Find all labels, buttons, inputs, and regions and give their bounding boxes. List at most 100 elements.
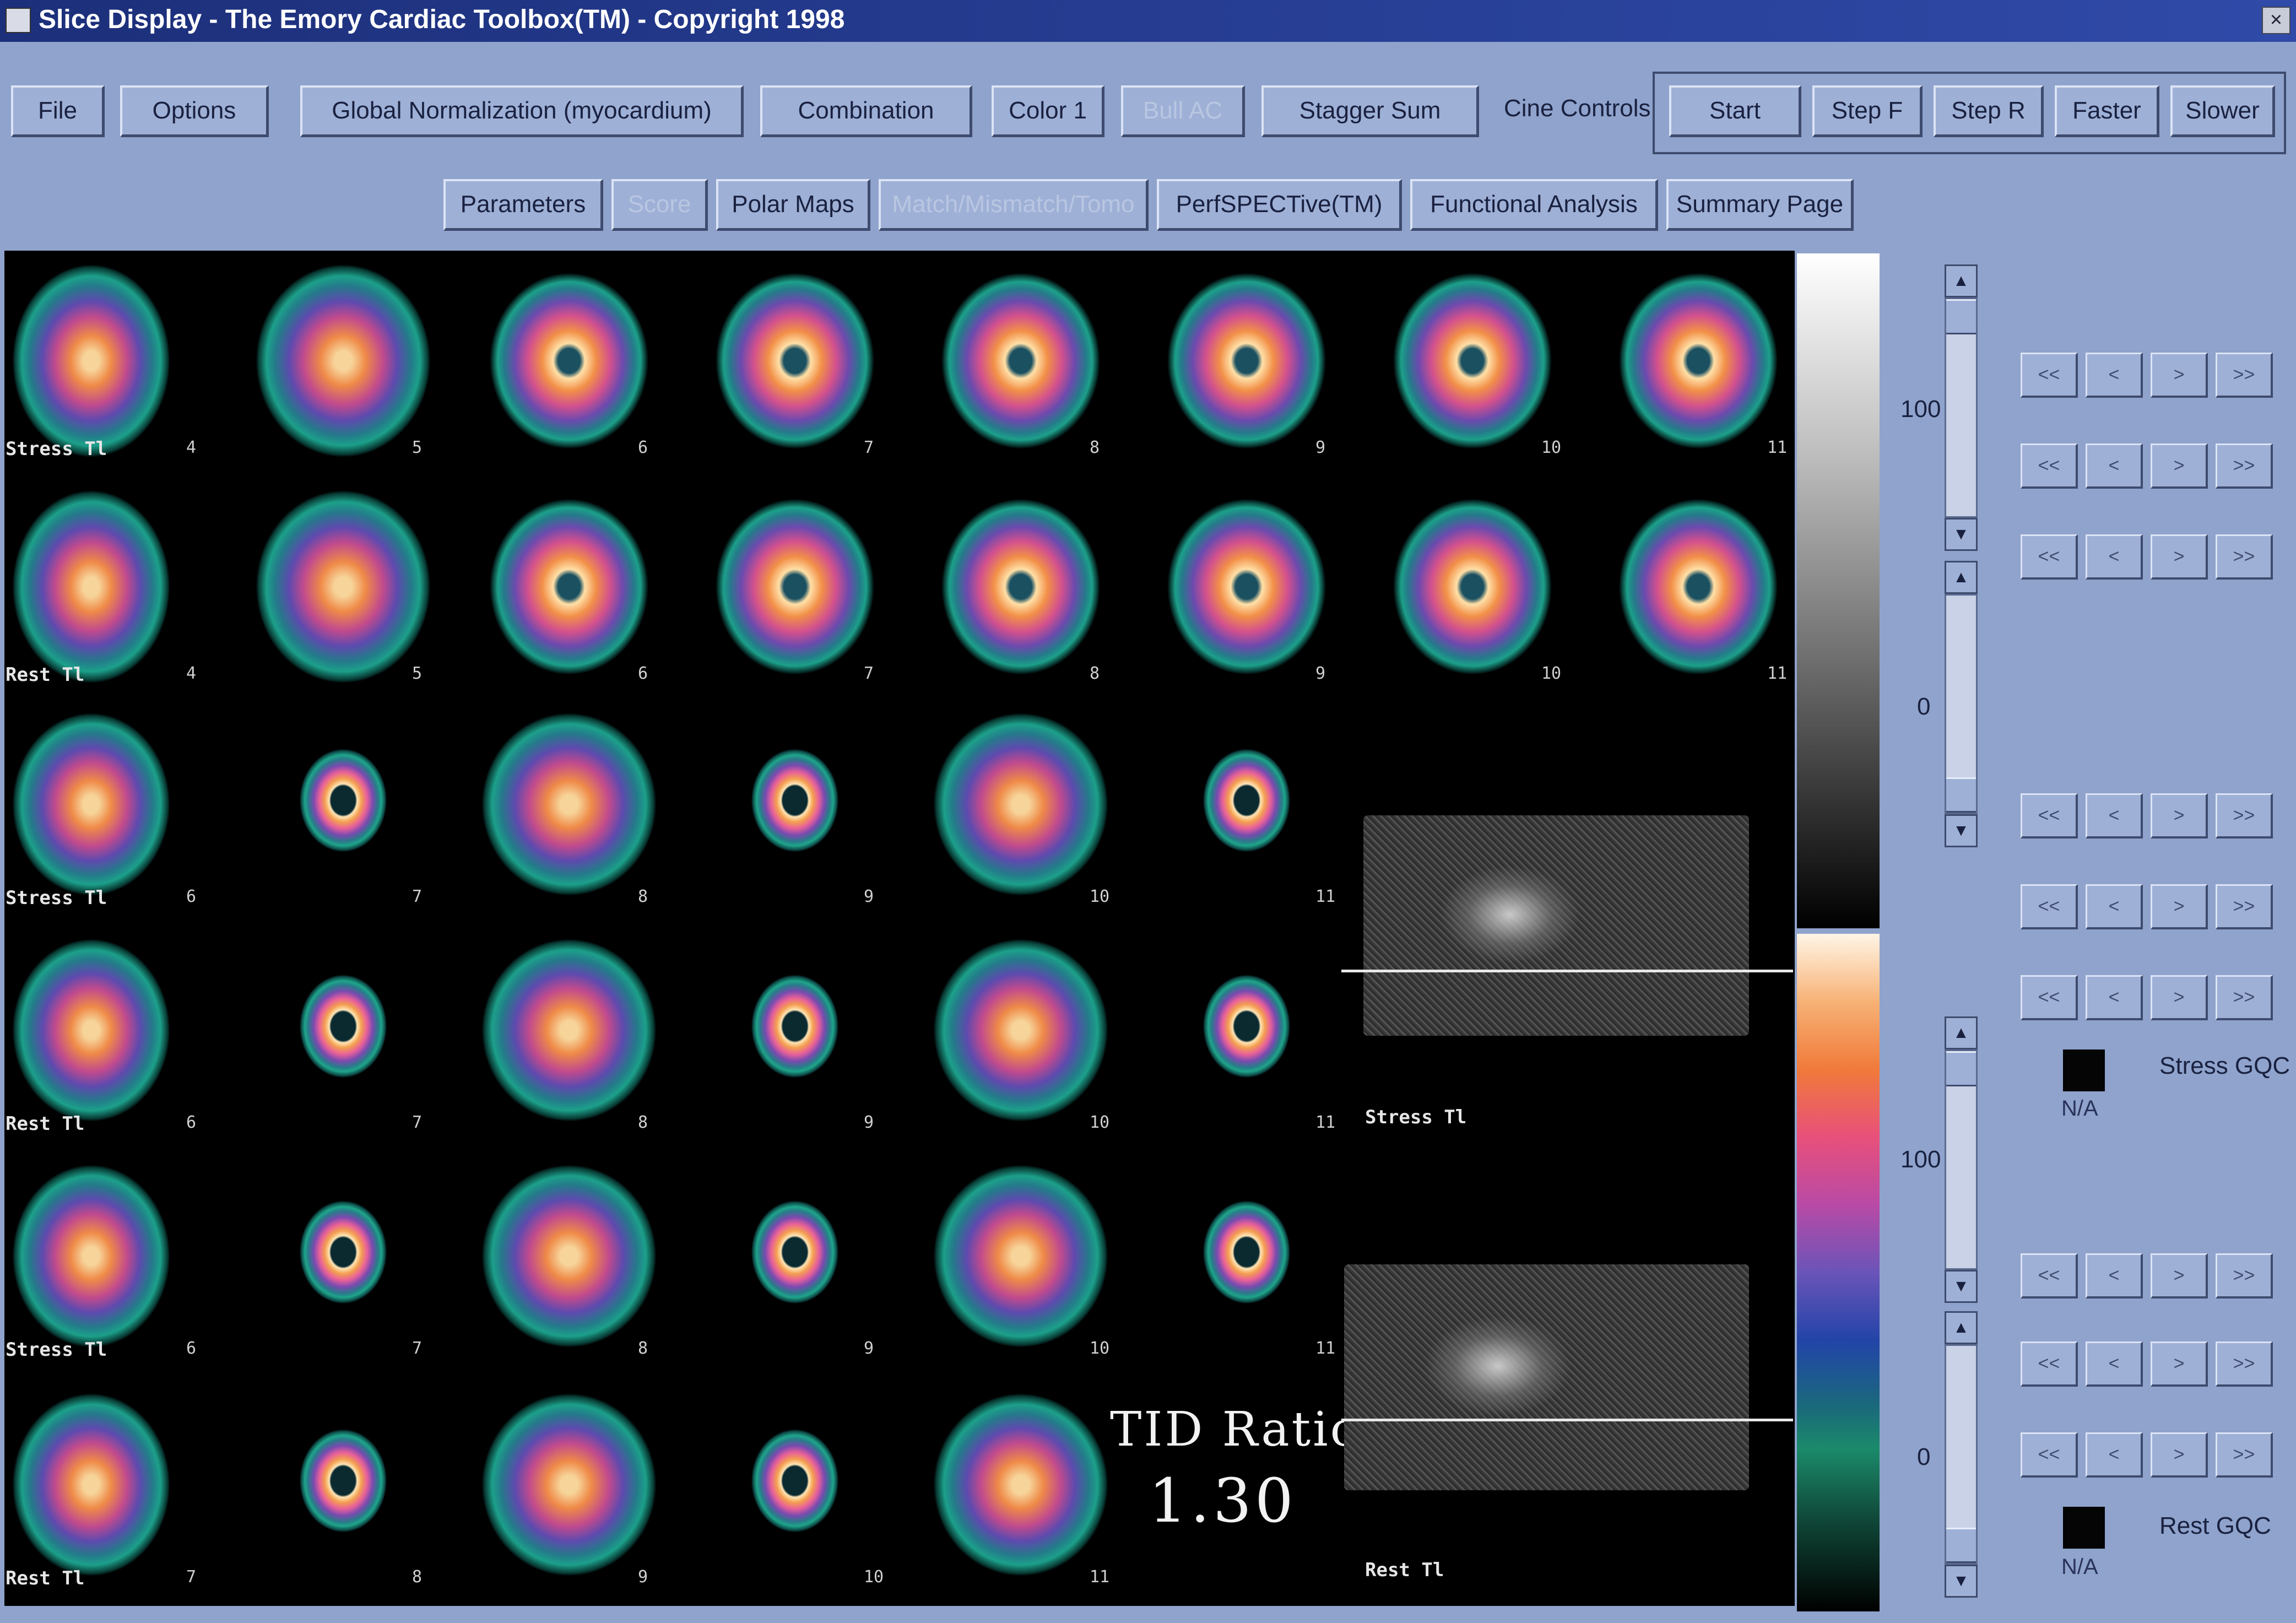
color-lower-scroll-down[interactable]: ▼ <box>1945 1565 1978 1598</box>
global-normalization-button[interactable]: Global Normalization (myocardium) <box>300 85 744 137</box>
polar-maps-button[interactable]: Polar Maps <box>716 179 870 231</box>
slice-image[interactable] <box>1373 482 1572 691</box>
slice-image[interactable] <box>244 1386 442 1584</box>
gray-upper-scroll-down[interactable]: ▼ <box>1945 518 1978 551</box>
nav-next-button[interactable]: > <box>2151 884 2208 929</box>
nav-first-button[interactable]: << <box>2021 975 2078 1020</box>
slice-image[interactable] <box>922 1386 1120 1584</box>
color-upper-scroll-down[interactable]: ▼ <box>1945 1270 1978 1303</box>
nav-last-button[interactable]: >> <box>2216 793 2273 838</box>
color-button[interactable]: Color 1 <box>992 85 1104 137</box>
nav-last-button[interactable]: >> <box>2216 1253 2273 1299</box>
nav-prev-button[interactable]: < <box>2086 1432 2143 1478</box>
nav-next-button[interactable]: > <box>2151 1432 2208 1478</box>
slice-image[interactable] <box>4 482 181 691</box>
slice-image[interactable] <box>696 1157 894 1355</box>
color-lower-scroll-up[interactable]: ▲ <box>1945 1311 1978 1344</box>
nav-next-button[interactable]: > <box>2151 975 2208 1020</box>
slice-image[interactable] <box>244 1157 442 1355</box>
disabled-button-b[interactable]: Match/Mismatch/Tomo <box>879 179 1149 231</box>
slice-image[interactable] <box>1147 256 1346 466</box>
step-reverse-button[interactable]: Step R <box>1934 85 2044 137</box>
slice-image[interactable] <box>4 1157 181 1355</box>
slice-image[interactable] <box>470 705 668 904</box>
slice-image[interactable] <box>4 705 181 904</box>
combination-button[interactable]: Combination <box>760 85 972 137</box>
slice-image[interactable] <box>922 256 1120 466</box>
disabled-button-a[interactable]: Score <box>611 179 708 231</box>
nav-last-button[interactable]: >> <box>2216 534 2273 580</box>
close-button[interactable]: × <box>2262 7 2290 34</box>
gray-lower-scroll-down[interactable]: ▼ <box>1945 814 1978 847</box>
nav-first-button[interactable]: << <box>2021 534 2078 580</box>
slice-image[interactable] <box>470 256 668 466</box>
slice-image[interactable] <box>696 482 894 691</box>
faster-button[interactable]: Faster <box>2055 85 2159 137</box>
slice-image[interactable] <box>4 1386 181 1584</box>
nav-last-button[interactable]: >> <box>2216 1341 2273 1387</box>
nav-prev-button[interactable]: < <box>2086 353 2143 398</box>
nav-last-button[interactable]: >> <box>2216 975 2273 1020</box>
slower-button[interactable]: Slower <box>2170 85 2275 137</box>
slice-image[interactable] <box>696 705 894 904</box>
nav-first-button[interactable]: << <box>2021 793 2078 838</box>
slice-image[interactable] <box>1599 256 1795 466</box>
nav-first-button[interactable]: << <box>2021 353 2078 398</box>
slice-image[interactable] <box>696 256 894 466</box>
stagger-sum-button[interactable]: Stagger Sum <box>1261 85 1479 137</box>
slice-image[interactable] <box>470 482 668 691</box>
start-button[interactable]: Start <box>1669 85 1801 137</box>
nav-first-button[interactable]: << <box>2021 1432 2078 1478</box>
gray-upper-scroll-up[interactable]: ▲ <box>1945 264 1978 297</box>
color-upper-scrollbar[interactable] <box>1945 1049 1978 1270</box>
slice-image[interactable] <box>922 931 1120 1129</box>
slice-image[interactable] <box>922 705 1120 904</box>
nav-next-button[interactable]: > <box>2151 1253 2208 1299</box>
scroll-thumb[interactable] <box>1946 1051 1976 1086</box>
file-button[interactable]: File <box>11 85 105 137</box>
slice-image[interactable] <box>244 256 442 466</box>
nav-last-button[interactable]: >> <box>2216 443 2273 489</box>
nav-prev-button[interactable]: < <box>2086 1253 2143 1299</box>
gray-upper-scrollbar[interactable] <box>1945 297 1978 518</box>
slice-image[interactable] <box>1147 482 1346 691</box>
nav-next-button[interactable]: > <box>2151 534 2208 580</box>
functional-analysis-button[interactable]: Functional Analysis <box>1410 179 1658 231</box>
nav-first-button[interactable]: << <box>2021 1341 2078 1387</box>
slice-image[interactable] <box>1147 705 1346 904</box>
options-button[interactable]: Options <box>120 85 269 137</box>
color-lower-scrollbar[interactable] <box>1945 1344 1978 1565</box>
nav-prev-button[interactable]: < <box>2086 1341 2143 1387</box>
scroll-thumb[interactable] <box>1946 777 1976 813</box>
nav-prev-button[interactable]: < <box>2086 443 2143 489</box>
rest-projection-line[interactable] <box>1341 1419 1793 1421</box>
slice-image[interactable] <box>922 1157 1120 1355</box>
parameters-button[interactable]: Parameters <box>443 179 603 231</box>
slice-image[interactable] <box>1147 931 1346 1129</box>
nav-prev-button[interactable]: < <box>2086 793 2143 838</box>
scroll-thumb[interactable] <box>1946 299 1976 334</box>
nav-first-button[interactable]: << <box>2021 1253 2078 1299</box>
disabled-toolbar-button[interactable]: Bull AC <box>1121 85 1245 137</box>
nav-next-button[interactable]: > <box>2151 793 2208 838</box>
summary-page-button[interactable]: Summary Page <box>1666 179 1854 231</box>
slice-image[interactable] <box>696 1386 894 1584</box>
stress-projection-line[interactable] <box>1341 970 1793 972</box>
step-forward-button[interactable]: Step F <box>1812 85 1923 137</box>
slice-image[interactable] <box>470 931 668 1129</box>
slice-image[interactable] <box>696 931 894 1129</box>
app-icon[interactable] <box>6 8 31 33</box>
slice-image[interactable] <box>922 482 1120 691</box>
slice-image[interactable] <box>244 931 442 1129</box>
nav-first-button[interactable]: << <box>2021 443 2078 489</box>
slice-image[interactable] <box>4 931 181 1129</box>
nav-last-button[interactable]: >> <box>2216 353 2273 398</box>
nav-prev-button[interactable]: < <box>2086 975 2143 1020</box>
color-upper-scroll-up[interactable]: ▲ <box>1945 1016 1978 1049</box>
slice-image[interactable] <box>1373 256 1572 466</box>
nav-last-button[interactable]: >> <box>2216 884 2273 929</box>
slice-image[interactable] <box>4 256 181 466</box>
perfspective-button[interactable]: PerfSPECTive(TM) <box>1157 179 1402 231</box>
nav-next-button[interactable]: > <box>2151 443 2208 489</box>
slice-image[interactable] <box>1599 482 1795 691</box>
